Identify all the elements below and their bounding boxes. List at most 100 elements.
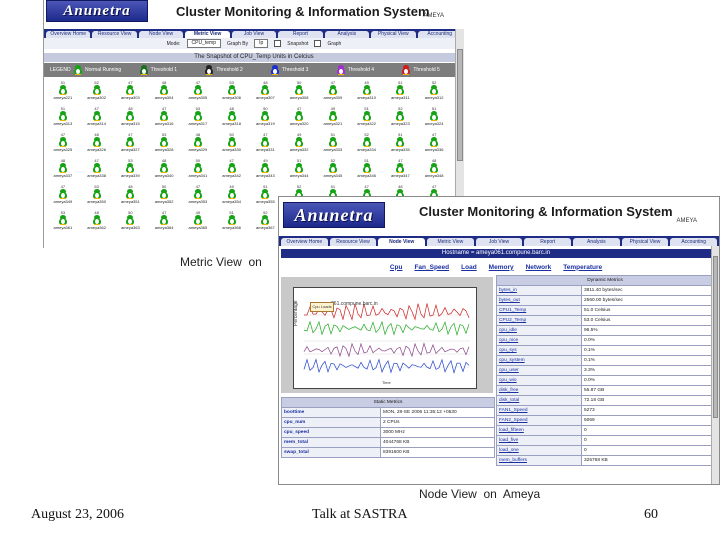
- node-tile[interactable]: 48 ameya351: [114, 184, 148, 206]
- node-tile[interactable]: 48 ameya315: [114, 106, 148, 128]
- node-tile[interactable]: 53 ameya361: [46, 210, 80, 232]
- node-tile[interactable]: 52 ameya312: [417, 80, 451, 102]
- node-tile[interactable]: 47 ameya327: [114, 132, 148, 154]
- node-tile[interactable]: 50 ameya341: [181, 158, 215, 180]
- metric-link-fan_speed[interactable]: Fan_Speed: [414, 264, 449, 271]
- metric-name[interactable]: cpu_system: [496, 355, 582, 366]
- node-tile[interactable]: 51 ameya366: [215, 210, 249, 232]
- metric-name[interactable]: FAN2_Speed: [496, 415, 582, 426]
- node-tile[interactable]: 49 ameya332: [282, 132, 316, 154]
- metric-link-memory[interactable]: Memory: [489, 264, 514, 271]
- snapshot-checkbox[interactable]: [274, 40, 282, 47]
- node-tile[interactable]: 48 ameya304: [147, 80, 181, 102]
- node-tile[interactable]: 48 ameya340: [147, 158, 181, 180]
- node-tile[interactable]: 49 ameya321: [316, 106, 350, 128]
- node-view-scrollbar[interactable]: [711, 246, 719, 484]
- metric-name[interactable]: disk_total: [496, 395, 582, 406]
- node-tile[interactable]: 47 ameya314: [80, 106, 114, 128]
- tab-overview-home[interactable]: Overview Home: [281, 238, 328, 246]
- tab-node-view[interactable]: Node View: [138, 31, 184, 38]
- node-tile[interactable]: 47 ameya325: [46, 132, 80, 154]
- node-tile[interactable]: 47 ameya347: [384, 158, 418, 180]
- node-tile[interactable]: 50 ameya363: [114, 210, 148, 232]
- graph-checkbox[interactable]: [314, 40, 322, 47]
- node-tile[interactable]: 51 ameya333: [316, 132, 350, 154]
- metric-name[interactable]: cpu_idle: [496, 325, 582, 336]
- node-tile[interactable]: 47 ameya349: [46, 184, 80, 206]
- node-tile[interactable]: 50 ameya308: [282, 80, 316, 102]
- tab-physical-view[interactable]: Physical View: [371, 31, 416, 38]
- node-tile[interactable]: 49 ameya310: [350, 80, 384, 102]
- node-tile[interactable]: 51 ameya322: [350, 106, 384, 128]
- node-tile[interactable]: 47 ameya338: [80, 158, 114, 180]
- graph-by-select[interactable]: Ip: [254, 39, 269, 48]
- node-tile[interactable]: 53 ameya350: [80, 184, 114, 206]
- node-tile[interactable]: 47 ameya342: [215, 158, 249, 180]
- scroll-thumb[interactable]: [713, 256, 718, 418]
- metric-name[interactable]: load_five: [496, 435, 582, 446]
- node-tile[interactable]: 48 ameya362: [80, 210, 114, 232]
- node-tile[interactable]: 47 ameya320: [282, 106, 316, 128]
- node-tile[interactable]: 48 ameya318: [215, 106, 249, 128]
- metric-name[interactable]: CPU1_Temp: [496, 305, 582, 316]
- node-tile[interactable]: 50 ameya330: [215, 132, 249, 154]
- node-tile[interactable]: 50 ameya352: [147, 184, 181, 206]
- node-tile[interactable]: 47 ameya336: [417, 132, 451, 154]
- node-tile[interactable]: 48 ameya329: [181, 132, 215, 154]
- node-tile[interactable]: 47 ameya364: [147, 210, 181, 232]
- tab-metric-view[interactable]: Metric View: [427, 238, 474, 246]
- mode-select[interactable]: CPU_temp: [186, 39, 221, 48]
- tab-resource-view[interactable]: Resource View: [92, 31, 137, 38]
- node-tile[interactable]: 47 ameya303: [114, 80, 148, 102]
- metric-name[interactable]: mem_buffers: [496, 455, 582, 466]
- node-tile[interactable]: 51 ameya335: [384, 132, 418, 154]
- tab-analysis[interactable]: Analysis: [573, 238, 620, 246]
- metric-name[interactable]: cpu_sys: [496, 345, 582, 356]
- node-tile[interactable]: 51 ameya311: [384, 80, 418, 102]
- tab-report[interactable]: Report: [524, 238, 572, 246]
- tab-job-view[interactable]: Job View: [475, 238, 523, 246]
- node-tile[interactable]: 52 ameya302: [80, 80, 114, 102]
- node-tile[interactable]: 47 ameya331: [249, 132, 283, 154]
- node-tile[interactable]: 51 ameya324: [417, 106, 451, 128]
- node-tile[interactable]: 53 ameya306: [215, 80, 249, 102]
- node-tile[interactable]: 51 ameya313: [46, 106, 80, 128]
- node-tile[interactable]: 53 ameya317: [181, 106, 215, 128]
- metric-name[interactable]: bytes_out: [496, 295, 582, 306]
- node-tile[interactable]: 49 ameya354: [215, 184, 249, 206]
- metric-name[interactable]: cpu_user: [496, 365, 582, 376]
- metric-name[interactable]: disk_free: [496, 385, 582, 396]
- node-tile[interactable]: 48 ameya337: [46, 158, 80, 180]
- tab-report[interactable]: Report: [278, 31, 323, 38]
- node-tile[interactable]: 48 ameya348: [417, 158, 451, 180]
- node-tile[interactable]: 52 ameya345: [316, 158, 350, 180]
- tab-physical-view[interactable]: Physical View: [621, 238, 669, 246]
- scroll-thumb[interactable]: [457, 49, 463, 161]
- node-tile[interactable]: 47 ameya353: [181, 184, 215, 206]
- metric-link-cpu[interactable]: Cpu: [390, 264, 403, 271]
- metric-name[interactable]: bytes_in: [496, 285, 582, 296]
- node-tile[interactable]: 47 ameya316: [147, 106, 181, 128]
- node-tile[interactable]: 48 ameya307: [249, 80, 283, 102]
- metric-name[interactable]: load_fifteen: [496, 425, 582, 436]
- metric-name[interactable]: load_one: [496, 445, 582, 456]
- node-tile[interactable]: 52 ameya323: [384, 106, 418, 128]
- metric-name[interactable]: cpu_nice: [496, 335, 582, 346]
- tab-analysis[interactable]: Analysis: [324, 31, 370, 38]
- node-tile[interactable]: 50 ameya319: [249, 106, 283, 128]
- metric-name[interactable]: CPU2_Temp: [496, 315, 582, 326]
- node-tile[interactable]: 47 ameya309: [316, 80, 350, 102]
- metric-name[interactable]: cpu_wio: [496, 375, 582, 386]
- metric-link-load[interactable]: Load: [461, 264, 477, 271]
- metric-link-temperature[interactable]: Temperature: [563, 264, 602, 271]
- node-tile[interactable]: 53 ameya328: [147, 132, 181, 154]
- node-tile[interactable]: 51 ameya346: [350, 158, 384, 180]
- node-tile[interactable]: 48 ameya326: [80, 132, 114, 154]
- node-tile[interactable]: 49 ameya343: [249, 158, 283, 180]
- node-tile[interactable]: 53 ameya339: [114, 158, 148, 180]
- node-tile[interactable]: 47 ameya305: [181, 80, 215, 102]
- tab-metric-view[interactable]: Metric View: [185, 31, 230, 38]
- tab-overview-home[interactable]: Overview Home: [46, 31, 91, 38]
- node-tile[interactable]: 49 ameya365: [181, 210, 215, 232]
- node-tile[interactable]: 51 ameya221: [46, 80, 80, 102]
